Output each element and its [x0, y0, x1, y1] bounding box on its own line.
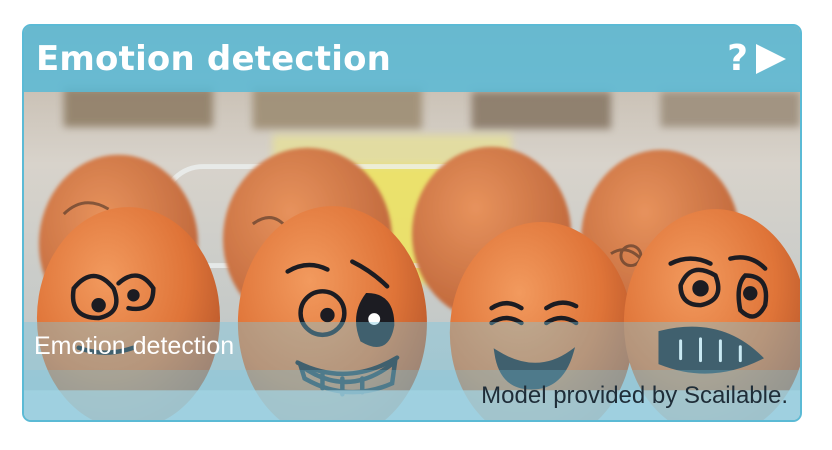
emotion-detection-card[interactable]: Emotion detection ? Emotion detection Mo… — [22, 24, 802, 422]
card-title: Emotion detection — [36, 39, 392, 79]
model-credit: Model provided by Scailable. — [481, 382, 788, 409]
card-header: Emotion detection ? — [24, 26, 800, 92]
help-icon[interactable]: ? — [727, 41, 748, 77]
credit-band: Model provided by Scailable. — [24, 370, 800, 420]
play-icon[interactable] — [752, 41, 788, 77]
image-caption: Emotion detection — [34, 331, 235, 360]
header-actions: ? — [727, 41, 788, 77]
caption-band: Emotion detection — [24, 322, 800, 370]
